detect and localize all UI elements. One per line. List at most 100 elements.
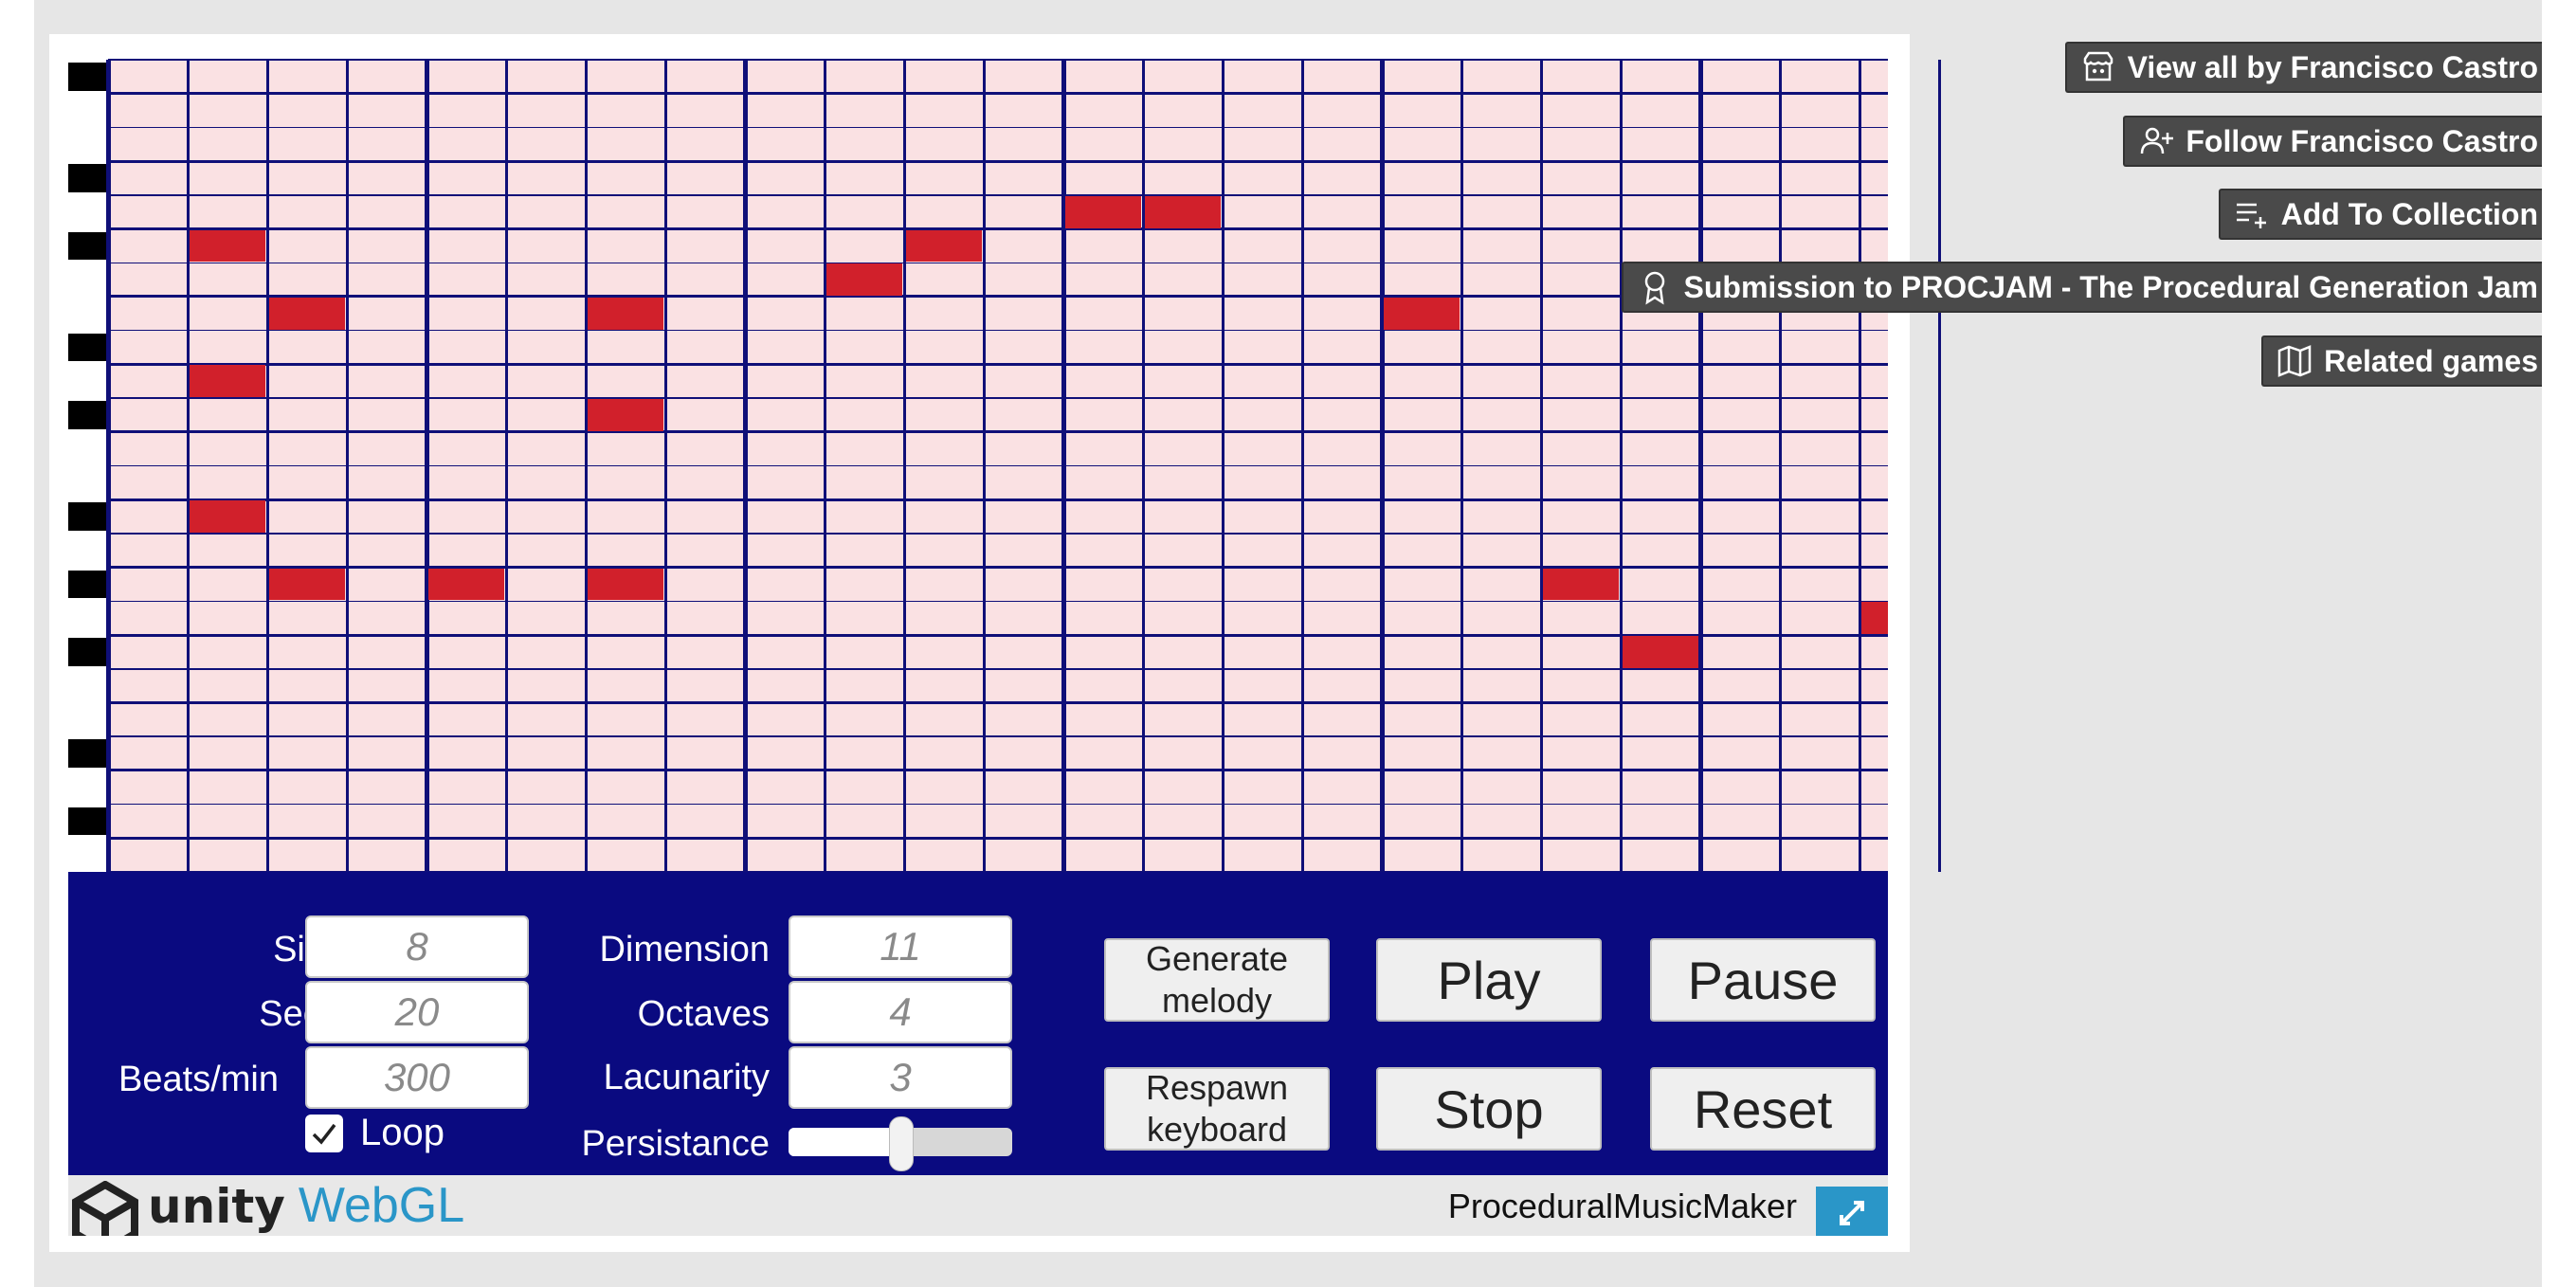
generate-melody-button[interactable]: Generate melody	[1104, 938, 1330, 1022]
melody-note[interactable]	[1145, 195, 1221, 228]
grid-column-line	[1858, 60, 1861, 872]
grid-column-line	[1460, 60, 1463, 872]
grid-column-line	[982, 60, 986, 872]
persistance-label: Persistance	[581, 1124, 770, 1164]
grid-column-line	[1061, 60, 1066, 872]
piano-black-key	[68, 638, 108, 666]
melody-note[interactable]	[1543, 568, 1619, 601]
app-name: ProceduralMusicMaker	[1447, 1187, 1797, 1225]
award-icon	[1644, 271, 1664, 305]
piano-black-key	[68, 63, 108, 91]
grid-column-line	[1619, 60, 1623, 872]
melody-note[interactable]	[190, 500, 265, 533]
respawn-keyboard-button[interactable]: Respawn keyboard	[1104, 1067, 1330, 1151]
control-panel: Size 8 Seed 20 Beats/min 300 Loop Dimens…	[68, 872, 1888, 1175]
melody-note[interactable]	[906, 229, 982, 263]
grid-column-line	[424, 60, 429, 872]
checkmark-icon	[312, 1123, 336, 1145]
unity-webgl-logo: unity WebGL	[68, 1178, 464, 1236]
grid-column-line	[1778, 60, 1782, 872]
size-input[interactable]: 8	[305, 915, 529, 978]
view-all-by-author-button[interactable]: View all by Francisco Castro	[2064, 42, 2542, 93]
unity-footer: unity WebGL ProceduralMusicMaker	[68, 1175, 1888, 1236]
grid-column-line	[1300, 60, 1304, 872]
melody-note[interactable]	[1861, 602, 1888, 635]
grid-column-line	[823, 60, 826, 872]
grid-column-line	[186, 60, 190, 872]
octaves-input[interactable]: 4	[789, 981, 1012, 1043]
persistance-slider-handle[interactable]	[889, 1116, 914, 1171]
grid-column-line	[584, 60, 588, 872]
piano-keyboard	[68, 60, 108, 872]
add-user-icon	[2141, 127, 2174, 154]
play-button[interactable]: Play	[1376, 938, 1602, 1022]
loop-checkbox[interactable]	[305, 1115, 343, 1152]
seed-input[interactable]: 20	[305, 981, 529, 1043]
itchio-icon	[2083, 51, 2113, 82]
piano-black-key	[68, 502, 108, 531]
grid-column-line	[1937, 60, 1941, 872]
piano-black-key	[68, 333, 108, 362]
grid-column-line	[504, 60, 508, 872]
melody-note[interactable]	[588, 297, 663, 330]
map-icon	[2277, 345, 2312, 377]
piano-black-key	[68, 401, 108, 429]
add-to-collection-label: Add To Collection	[2280, 196, 2538, 231]
loop-label: Loop	[360, 1112, 444, 1153]
lacunarity-input[interactable]: 3	[789, 1046, 1012, 1109]
grid-column-line	[1697, 60, 1703, 872]
melody-note[interactable]	[826, 263, 902, 296]
follow-author-button[interactable]: Follow Francisco Castro	[2123, 116, 2542, 167]
grid-column-line	[1379, 60, 1385, 872]
grid-column-line	[265, 60, 269, 872]
melody-note[interactable]	[588, 399, 663, 431]
follow-label: Follow Francisco Castro	[2186, 123, 2538, 158]
melody-note[interactable]	[588, 568, 663, 601]
persistance-slider-fill	[789, 1128, 900, 1156]
piano-black-key	[68, 231, 108, 261]
grid-column-line	[345, 60, 349, 872]
add-list-icon	[2236, 203, 2266, 228]
melody-note[interactable]	[190, 229, 265, 263]
melody-note[interactable]	[1623, 636, 1698, 668]
page-edge	[2542, 0, 2576, 1287]
grid-column-line	[1539, 60, 1543, 872]
fullscreen-icon	[1840, 1201, 1864, 1225]
fullscreen-button[interactable]	[1816, 1187, 1888, 1236]
unity-wordmark: unity	[148, 1179, 285, 1234]
related-games-label: Related games	[2324, 343, 2538, 378]
bpm-input[interactable]: 300	[305, 1046, 529, 1109]
melody-note[interactable]	[190, 365, 265, 398]
piano-black-key	[68, 570, 108, 599]
dimension-input[interactable]: 11	[789, 915, 1012, 978]
melody-note[interactable]	[1384, 297, 1460, 330]
melody-note[interactable]	[1065, 195, 1141, 228]
grid-column-line	[1221, 60, 1225, 872]
piano-roll-grid[interactable]	[68, 59, 1941, 873]
pause-button[interactable]: Pause	[1650, 938, 1876, 1022]
dimension-label: Dimension	[599, 930, 770, 970]
grid-column-line	[1141, 60, 1145, 872]
grid-column-line	[742, 60, 748, 872]
grid-column-line	[105, 60, 111, 872]
grid-column-line	[902, 60, 906, 872]
melody-note[interactable]	[269, 568, 345, 601]
piano-black-key	[68, 164, 108, 192]
melody-note[interactable]	[269, 297, 345, 330]
view-all-label: View all by Francisco Castro	[2127, 49, 2538, 84]
grid-column-line	[663, 60, 667, 872]
add-to-collection-button[interactable]: Add To Collection	[2218, 189, 2542, 240]
stop-button[interactable]: Stop	[1376, 1067, 1602, 1151]
related-games-button[interactable]: Related games	[2261, 335, 2542, 387]
reset-button[interactable]: Reset	[1650, 1067, 1876, 1151]
lacunarity-label: Lacunarity	[603, 1058, 770, 1097]
piano-black-key	[68, 739, 108, 768]
unity-cube-icon	[72, 1181, 138, 1236]
webgl-wordmark: WebGL	[298, 1178, 465, 1233]
jam-submission-label: Submission to PROCJAM - The Procedural G…	[1683, 269, 2539, 304]
jam-submission-button[interactable]: Submission to PROCJAM - The Procedural G…	[1621, 262, 2542, 313]
persistance-slider[interactable]	[789, 1116, 1012, 1171]
melody-note[interactable]	[428, 568, 504, 601]
piano-black-key	[68, 807, 108, 836]
octaves-label: Octaves	[637, 994, 770, 1034]
